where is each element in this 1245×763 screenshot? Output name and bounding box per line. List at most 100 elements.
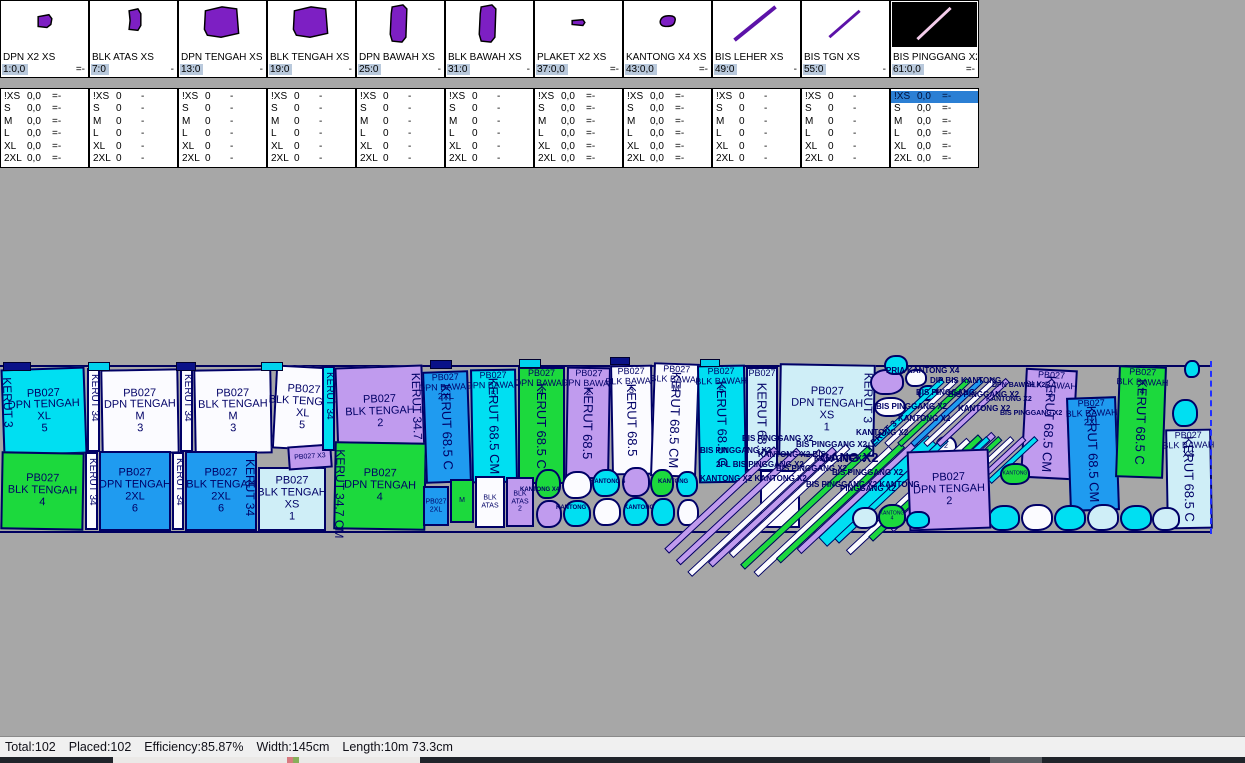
taskbar-segment bbox=[990, 757, 1042, 763]
marker-tag-chip bbox=[88, 362, 110, 371]
marker-tag-chip bbox=[430, 360, 452, 369]
piece-vertical-label: KERUT 34 bbox=[89, 374, 100, 422]
marker-piece[interactable]: PB027BLK TENGAHXS1 bbox=[258, 467, 326, 531]
marker-overlap-label: DPN BAWAH X2 bbox=[992, 382, 1045, 389]
marker-overlap-label: KANTONG X4 bbox=[520, 487, 559, 493]
piece-vertical-label: KERUT 68.5 bbox=[580, 386, 596, 459]
piece-vertical-label: KERUT 68.5 CM bbox=[666, 371, 684, 468]
marker-piece[interactable] bbox=[1172, 399, 1198, 427]
status-item-placed: Placed:102 bbox=[69, 740, 132, 754]
piece-vertical-label: KERUT 3 bbox=[0, 377, 16, 428]
marker-piece[interactable]: PB027DPN TENGAHM3 bbox=[100, 368, 179, 454]
marker-overlap-label: KANTONG X2 bbox=[986, 396, 1032, 403]
marker-piece[interactable] bbox=[852, 507, 878, 529]
marker-canvas[interactable]: PB027DPN TENGAHXL5KERUT 3KERUT 34PB027DP… bbox=[0, 0, 1245, 763]
piece-label: PB027DPN TENGAH4 bbox=[344, 468, 417, 505]
marker-piece[interactable]: PB027DPN TENGAHXL5KERUT 3 bbox=[1, 367, 88, 457]
marker-piece[interactable] bbox=[1054, 505, 1086, 531]
marker-piece[interactable]: PB027BLK TENGAH2XL6KERUT 34 bbox=[185, 451, 257, 531]
marker-piece[interactable] bbox=[651, 498, 675, 526]
marker-overlap-label: PRIA KANTONG X4 bbox=[886, 366, 959, 375]
marker-piece[interactable]: KERUT 34 bbox=[322, 366, 335, 451]
taskbar-app-icon[interactable] bbox=[287, 757, 299, 763]
marker-piece[interactable]: BLKATAS2 bbox=[506, 477, 534, 527]
piece-vertical-label: KERUT 34 bbox=[174, 458, 185, 506]
piece-label: PB027 X3 bbox=[294, 452, 326, 462]
marker-piece[interactable] bbox=[1152, 507, 1180, 531]
marker-piece[interactable]: PB027BLK BAWAH2XLKERUT 68.5 CM bbox=[1066, 396, 1120, 512]
marker-piece[interactable]: KERUT 34 bbox=[180, 368, 193, 452]
marker-piece[interactable]: KERUT 34 bbox=[87, 368, 100, 452]
marker-overlap-label: KANTONG bbox=[658, 479, 688, 485]
piece-label: PB027BLK TENGAHXS1 bbox=[257, 475, 327, 523]
marker-piece[interactable] bbox=[1120, 505, 1152, 531]
marker-overlap-label: BIS PINGGANG X2 bbox=[1000, 410, 1062, 417]
marker-piece[interactable]: KERUT 34 bbox=[172, 452, 184, 530]
status-item-total: Total:102 bbox=[5, 740, 56, 754]
marker-overlap-label: KANTONG bbox=[556, 505, 586, 511]
status-bar: Total:102 Placed:102 Efficiency:85.87% Widt… bbox=[0, 736, 1245, 757]
marker-piece[interactable]: PB027DPN BAWAH2XLKERUT 68.5 C bbox=[422, 370, 472, 484]
marker-tag-chip bbox=[700, 359, 720, 367]
marker-piece[interactable]: KANTONG bbox=[1000, 463, 1030, 485]
marker-piece[interactable]: PB027BLK BAWAH3KERUT 68.5 bbox=[610, 365, 654, 476]
marker-piece[interactable] bbox=[906, 511, 930, 529]
marker-piece[interactable] bbox=[535, 469, 561, 499]
marker-piece[interactable] bbox=[593, 498, 621, 526]
marker-piece[interactable]: PB027DPN TENGAH2XL6 bbox=[99, 451, 171, 531]
marker-overlap-label: BIS PINGGANG X2 bbox=[876, 402, 947, 411]
marker-tag-chip bbox=[261, 362, 283, 371]
marker-piece[interactable]: KERUT 34 bbox=[85, 452, 98, 530]
marker-piece[interactable]: PB027BLK BAWAH4KERUT 68.5 C bbox=[1115, 365, 1167, 479]
marker-piece[interactable]: PB027DPN BAWAH5KERUT 68.5 CM bbox=[470, 369, 518, 484]
marker-piece[interactable]: PB027DPN TENGAH4KERUT 34.7 CM bbox=[333, 441, 427, 531]
marker-piece[interactable]: PB027BLK BAWAHMKERUT 68.5 CM bbox=[650, 362, 700, 478]
marker-piece[interactable]: PB027DPN BAWAH2KERUT 68.5 bbox=[565, 367, 611, 480]
marker-end-line bbox=[1210, 361, 1212, 534]
marker-tag-chip bbox=[3, 362, 31, 371]
piece-vertical-label: KERUT 68.5 C bbox=[534, 383, 549, 469]
piece-label: PB027DPN TENGAH2XL6 bbox=[99, 467, 171, 515]
piece-vertical-label: KERUT 68.5 CM bbox=[486, 378, 503, 475]
piece-label: PB027DPN TENGAHXL5 bbox=[7, 387, 81, 437]
marker-tag-chip bbox=[519, 359, 541, 368]
marker-tag-chip bbox=[610, 357, 630, 365]
taskbar-app-strip[interactable] bbox=[113, 757, 420, 763]
piece-vertical-label: KERUT 34 bbox=[87, 458, 98, 506]
piece-label: KANTONG bbox=[1003, 471, 1028, 476]
piece-vertical-label: KERUT 68.5 C bbox=[438, 384, 456, 470]
marker-piece[interactable] bbox=[623, 497, 649, 526]
status-item-efficiency: Efficiency:85.87% bbox=[144, 740, 243, 754]
piece-label: M bbox=[459, 497, 465, 505]
piece-label: PB027BLK TENGAH4 bbox=[7, 473, 77, 510]
marker-piece[interactable]: BLKATAS bbox=[475, 476, 505, 528]
piece-vertical-label: KERUT 68.5 C bbox=[1181, 436, 1197, 522]
piece-vertical-label: KERUT 68.5 bbox=[624, 383, 640, 456]
taskbar[interactable] bbox=[0, 757, 1245, 763]
piece-label: PB0272XL bbox=[425, 498, 446, 513]
marker-overlap-label: GANG X2 bbox=[820, 450, 879, 465]
marker-piece[interactable]: M bbox=[450, 479, 474, 523]
marker-piece[interactable] bbox=[1184, 360, 1200, 378]
piece-label: PB027 bbox=[748, 369, 775, 379]
marker-piece[interactable]: PB027DPN BAWAH4KERUT 68.5 C bbox=[518, 367, 565, 484]
marker-piece[interactable]: PB0272XL bbox=[423, 486, 449, 526]
marker-bottom-edge bbox=[0, 531, 1212, 533]
marker-piece[interactable] bbox=[1021, 504, 1053, 531]
marker-piece[interactable] bbox=[622, 467, 650, 497]
marker-piece[interactable]: PB027BLK TENGAHM3 bbox=[193, 368, 272, 454]
marker-piece[interactable]: KANTONG4 bbox=[878, 504, 906, 529]
marker-overlap-label: PINGGANG X2 bbox=[840, 484, 896, 493]
marker-making-app: { "colors":{ "cy":"#00dff2","bl":"#1f9bf… bbox=[0, 0, 1245, 763]
status-item-length: Length:10m 73.3cm bbox=[342, 740, 453, 754]
marker-piece[interactable] bbox=[988, 505, 1020, 531]
piece-label: PB027DPN TENGAHM3 bbox=[104, 387, 177, 436]
status-item-width: Width:145cm bbox=[256, 740, 329, 754]
marker-piece[interactable] bbox=[1087, 504, 1119, 531]
marker-piece[interactable]: PB027BLK TENGAH4 bbox=[0, 451, 84, 530]
piece-label: PB027DPN TENGAHXS1 bbox=[791, 386, 864, 435]
marker-overlap-label: BIS PINGGANG X2 bbox=[832, 468, 903, 477]
piece-label: PB027DPN TENGAH2 bbox=[912, 471, 985, 509]
piece-label: BLKATAS bbox=[481, 494, 498, 509]
marker-piece[interactable] bbox=[562, 471, 592, 499]
